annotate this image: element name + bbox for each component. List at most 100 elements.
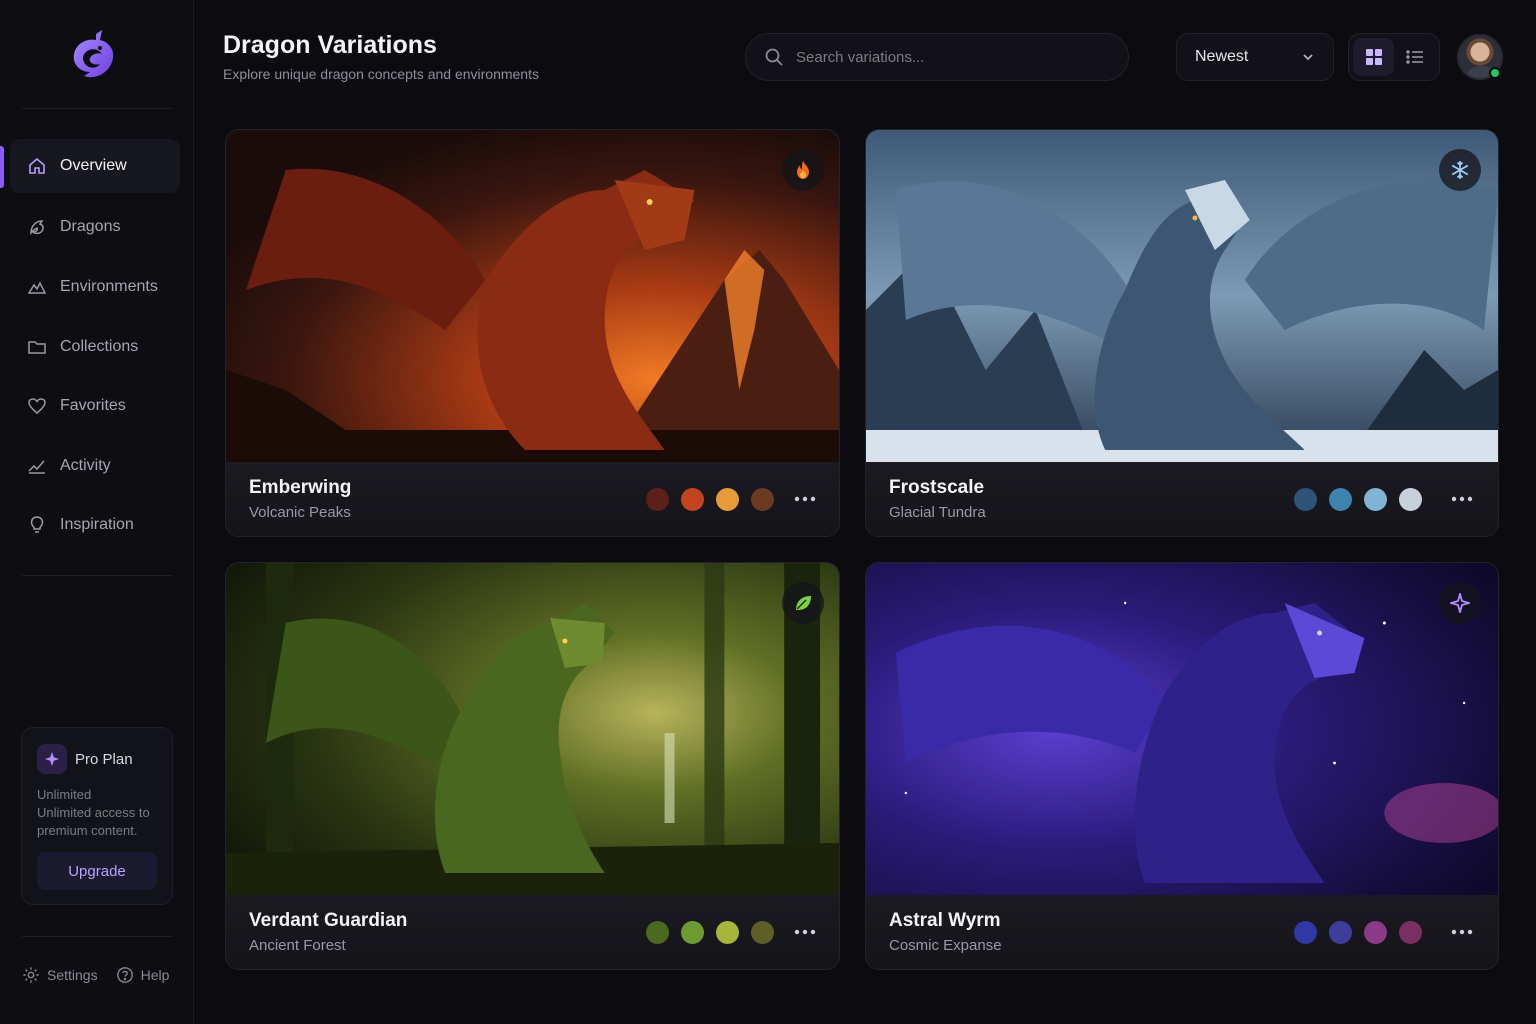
card-location: Volcanic Peaks: [249, 504, 351, 521]
sidebar-item-activity[interactable]: Activity: [10, 439, 180, 493]
upgrade-button[interactable]: Upgrade: [37, 852, 157, 890]
search-input[interactable]: [796, 48, 1096, 66]
active-indicator: [0, 146, 4, 188]
sidebar: Overview Dragons Environments Collection…: [0, 0, 194, 1024]
color-swatch[interactable]: [681, 488, 704, 511]
color-palette: [646, 488, 774, 511]
pro-plan-line1: Unlimited: [37, 787, 92, 802]
color-swatch[interactable]: [1329, 488, 1352, 511]
color-swatch[interactable]: [1329, 921, 1352, 944]
card-title: Emberwing: [249, 477, 352, 498]
dragon-logo-icon[interactable]: [66, 28, 120, 86]
sidebar-divider: [22, 575, 172, 576]
sidebar-item-dragons[interactable]: Dragons: [10, 200, 180, 254]
pro-plan-line2: Unlimited access to premium content.: [37, 805, 150, 838]
more-options-icon[interactable]: [791, 486, 819, 512]
dragon-icon: [26, 216, 48, 238]
color-swatch[interactable]: [1399, 921, 1422, 944]
list-view-button[interactable]: [1394, 38, 1435, 76]
sidebar-item-label: Environments: [60, 278, 158, 295]
mountain-icon: [26, 276, 48, 298]
color-swatch[interactable]: [646, 921, 669, 944]
color-palette: [1294, 488, 1422, 511]
variation-card-astral-wyrm[interactable]: Astral Wyrm Cosmic Expanse: [865, 562, 1499, 970]
sidebar-item-environments[interactable]: Environments: [10, 260, 180, 314]
variation-card-verdant-guardian[interactable]: Verdant Guardian Ancient Forest: [225, 562, 840, 970]
sidebar-item-favorites[interactable]: Favorites: [10, 379, 180, 433]
dragon-artwork: [226, 563, 839, 895]
help-link[interactable]: Help: [116, 966, 170, 984]
page-subtitle: Explore unique dragon concepts and envir…: [223, 66, 539, 82]
list-icon: [1405, 50, 1423, 64]
card-footer: Astral Wyrm Cosmic Expanse: [866, 895, 1498, 969]
settings-label: Settings: [47, 967, 98, 983]
sidebar-item-inspiration[interactable]: Inspiration: [10, 498, 180, 552]
sidebar-item-label: Favorites: [60, 397, 126, 414]
pro-plan-card: Pro Plan Unlimited Unlimited access to p…: [21, 727, 173, 905]
card-title: Verdant Guardian: [249, 910, 408, 931]
variation-card-frostscale[interactable]: Frostscale Glacial Tundra: [865, 129, 1499, 537]
sparkle-icon: [1439, 582, 1481, 624]
home-icon: [26, 155, 48, 177]
dragon-artwork: [226, 130, 839, 462]
dragon-artwork: [866, 563, 1498, 895]
variation-card-emberwing[interactable]: Emberwing Volcanic Peaks: [225, 129, 840, 537]
grid-icon: [1365, 49, 1382, 65]
leaf-icon: [782, 582, 824, 624]
color-swatch[interactable]: [1399, 488, 1422, 511]
heart-icon: [26, 395, 48, 417]
color-swatch[interactable]: [1364, 488, 1387, 511]
flame-icon: [782, 149, 824, 191]
help-icon: [116, 967, 133, 983]
card-title: Frostscale: [889, 477, 985, 498]
card-footer: Verdant Guardian Ancient Forest: [226, 895, 839, 969]
search-bar[interactable]: [745, 33, 1129, 81]
sidebar-item-label: Overview: [60, 157, 127, 174]
more-options-icon[interactable]: [791, 919, 819, 945]
color-palette: [1294, 921, 1422, 944]
more-options-icon[interactable]: [1448, 486, 1476, 512]
lightbulb-icon: [26, 514, 48, 536]
more-options-icon[interactable]: [1448, 919, 1476, 945]
card-title: Astral Wyrm: [889, 910, 1001, 931]
color-swatch[interactable]: [751, 488, 774, 511]
folder-icon: [26, 336, 48, 358]
sidebar-item-label: Activity: [60, 457, 111, 474]
color-swatch[interactable]: [716, 921, 739, 944]
color-swatch[interactable]: [646, 488, 669, 511]
sidebar-item-collections[interactable]: Collections: [10, 320, 180, 374]
pro-plan-title: Pro Plan: [75, 750, 133, 768]
card-location: Ancient Forest: [249, 937, 346, 954]
sort-label: Newest: [1195, 48, 1249, 65]
grid-view-button[interactable]: [1353, 38, 1394, 76]
sidebar-item-label: Collections: [60, 338, 139, 355]
dragon-artwork: [866, 130, 1498, 462]
pro-plan-description: Unlimited Unlimited access to premium co…: [37, 786, 157, 840]
color-swatch[interactable]: [1294, 921, 1317, 944]
view-toggle: [1348, 33, 1440, 81]
page-title: Dragon Variations: [223, 31, 437, 59]
snowflake-icon: [1439, 149, 1481, 191]
sidebar-footer: Settings Help: [22, 966, 169, 984]
color-swatch[interactable]: [751, 921, 774, 944]
card-footer: Frostscale Glacial Tundra: [866, 462, 1498, 536]
chevron-down-icon: [1303, 54, 1313, 61]
sort-dropdown[interactable]: Newest: [1176, 33, 1334, 81]
sidebar-item-label: Inspiration: [60, 516, 134, 533]
activity-icon: [26, 455, 48, 477]
card-location: Cosmic Expanse: [889, 937, 1002, 954]
color-swatch[interactable]: [681, 921, 704, 944]
sidebar-divider: [22, 936, 172, 937]
color-swatch[interactable]: [1364, 921, 1387, 944]
card-footer: Emberwing Volcanic Peaks: [226, 462, 839, 536]
help-label: Help: [140, 967, 170, 983]
sidebar-divider: [22, 108, 172, 109]
settings-link[interactable]: Settings: [22, 966, 98, 984]
color-swatch[interactable]: [1294, 488, 1317, 511]
sidebar-item-overview[interactable]: Overview: [10, 139, 180, 193]
star-icon: [37, 744, 67, 774]
online-status-dot: [1489, 67, 1501, 79]
gear-icon: [23, 967, 39, 983]
color-palette: [646, 921, 774, 944]
color-swatch[interactable]: [716, 488, 739, 511]
